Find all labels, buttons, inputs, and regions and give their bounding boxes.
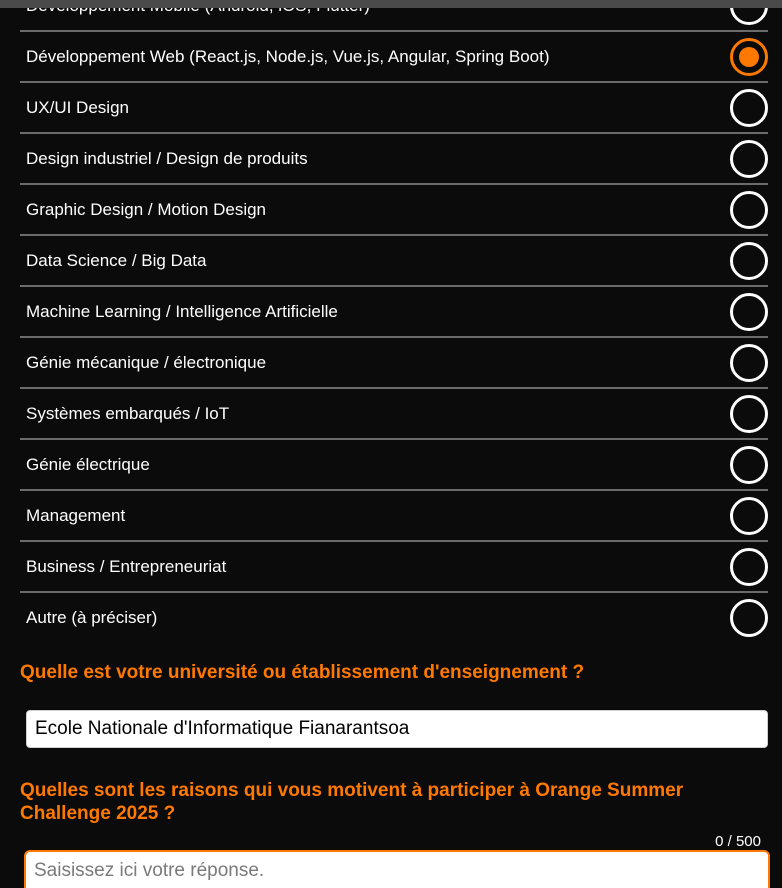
option-row[interactable]: Data Science / Big Data xyxy=(20,236,768,287)
option-row[interactable]: Machine Learning / Intelligence Artifici… xyxy=(20,287,768,338)
option-row[interactable]: Autre (à préciser) xyxy=(20,593,768,642)
option-label: Machine Learning / Intelligence Artifici… xyxy=(26,302,338,321)
radio-button[interactable] xyxy=(730,89,768,127)
option-row[interactable]: Développement Web (React.js, Node.js, Vu… xyxy=(20,32,768,83)
option-row[interactable]: UX/UI Design xyxy=(20,83,768,134)
university-question: Quelle est votre université ou établisse… xyxy=(20,662,585,683)
option-row[interactable]: Design industriel / Design de produits xyxy=(20,134,768,185)
radio-button[interactable] xyxy=(730,344,768,382)
radio-button[interactable] xyxy=(730,548,768,586)
university-input[interactable] xyxy=(26,710,768,748)
option-row[interactable]: Management xyxy=(20,491,768,542)
option-label: Génie mécanique / électronique xyxy=(26,353,267,372)
browser-top-bar xyxy=(0,0,782,8)
radio-button[interactable] xyxy=(730,497,768,535)
motivation-question: Quelles sont les raisons qui vous motive… xyxy=(20,780,684,824)
option-row[interactable]: Business / Entrepreneuriat xyxy=(20,542,768,593)
option-label: UX/UI Design xyxy=(26,98,129,117)
character-counter: 0 / 500 xyxy=(715,833,761,850)
radio-button-selected[interactable] xyxy=(730,38,768,76)
option-label: Business / Entrepreneuriat xyxy=(26,557,227,576)
option-row[interactable]: Génie mécanique / électronique xyxy=(20,338,768,389)
option-label: Management xyxy=(26,506,126,525)
option-row[interactable]: Systèmes embarqués / IoT xyxy=(20,389,768,440)
option-row[interactable]: Génie électrique xyxy=(20,440,768,491)
option-label: Autre (à préciser) xyxy=(26,608,158,627)
option-label: Génie électrique xyxy=(26,455,150,474)
radio-button[interactable] xyxy=(730,395,768,433)
radio-button[interactable] xyxy=(730,191,768,229)
option-label: Design industriel / Design de produits xyxy=(26,149,308,168)
option-label: Systèmes embarqués / IoT xyxy=(26,404,230,423)
option-label: Développement Web (React.js, Node.js, Vu… xyxy=(26,47,550,66)
form-page: Développement Mobile (Android, iOS, Flut… xyxy=(0,0,782,888)
specialty-options-list: Développement Mobile (Android, iOS, Flut… xyxy=(0,0,782,642)
radio-button[interactable] xyxy=(730,242,768,280)
option-label: Data Science / Big Data xyxy=(26,251,207,270)
radio-button[interactable] xyxy=(730,293,768,331)
option-label: Graphic Design / Motion Design xyxy=(26,200,267,219)
motivation-textarea[interactable] xyxy=(24,850,770,888)
radio-button[interactable] xyxy=(730,140,768,178)
radio-button[interactable] xyxy=(730,446,768,484)
option-row[interactable]: Graphic Design / Motion Design xyxy=(20,185,768,236)
radio-selected-dot xyxy=(739,47,759,67)
radio-button[interactable] xyxy=(730,599,768,637)
